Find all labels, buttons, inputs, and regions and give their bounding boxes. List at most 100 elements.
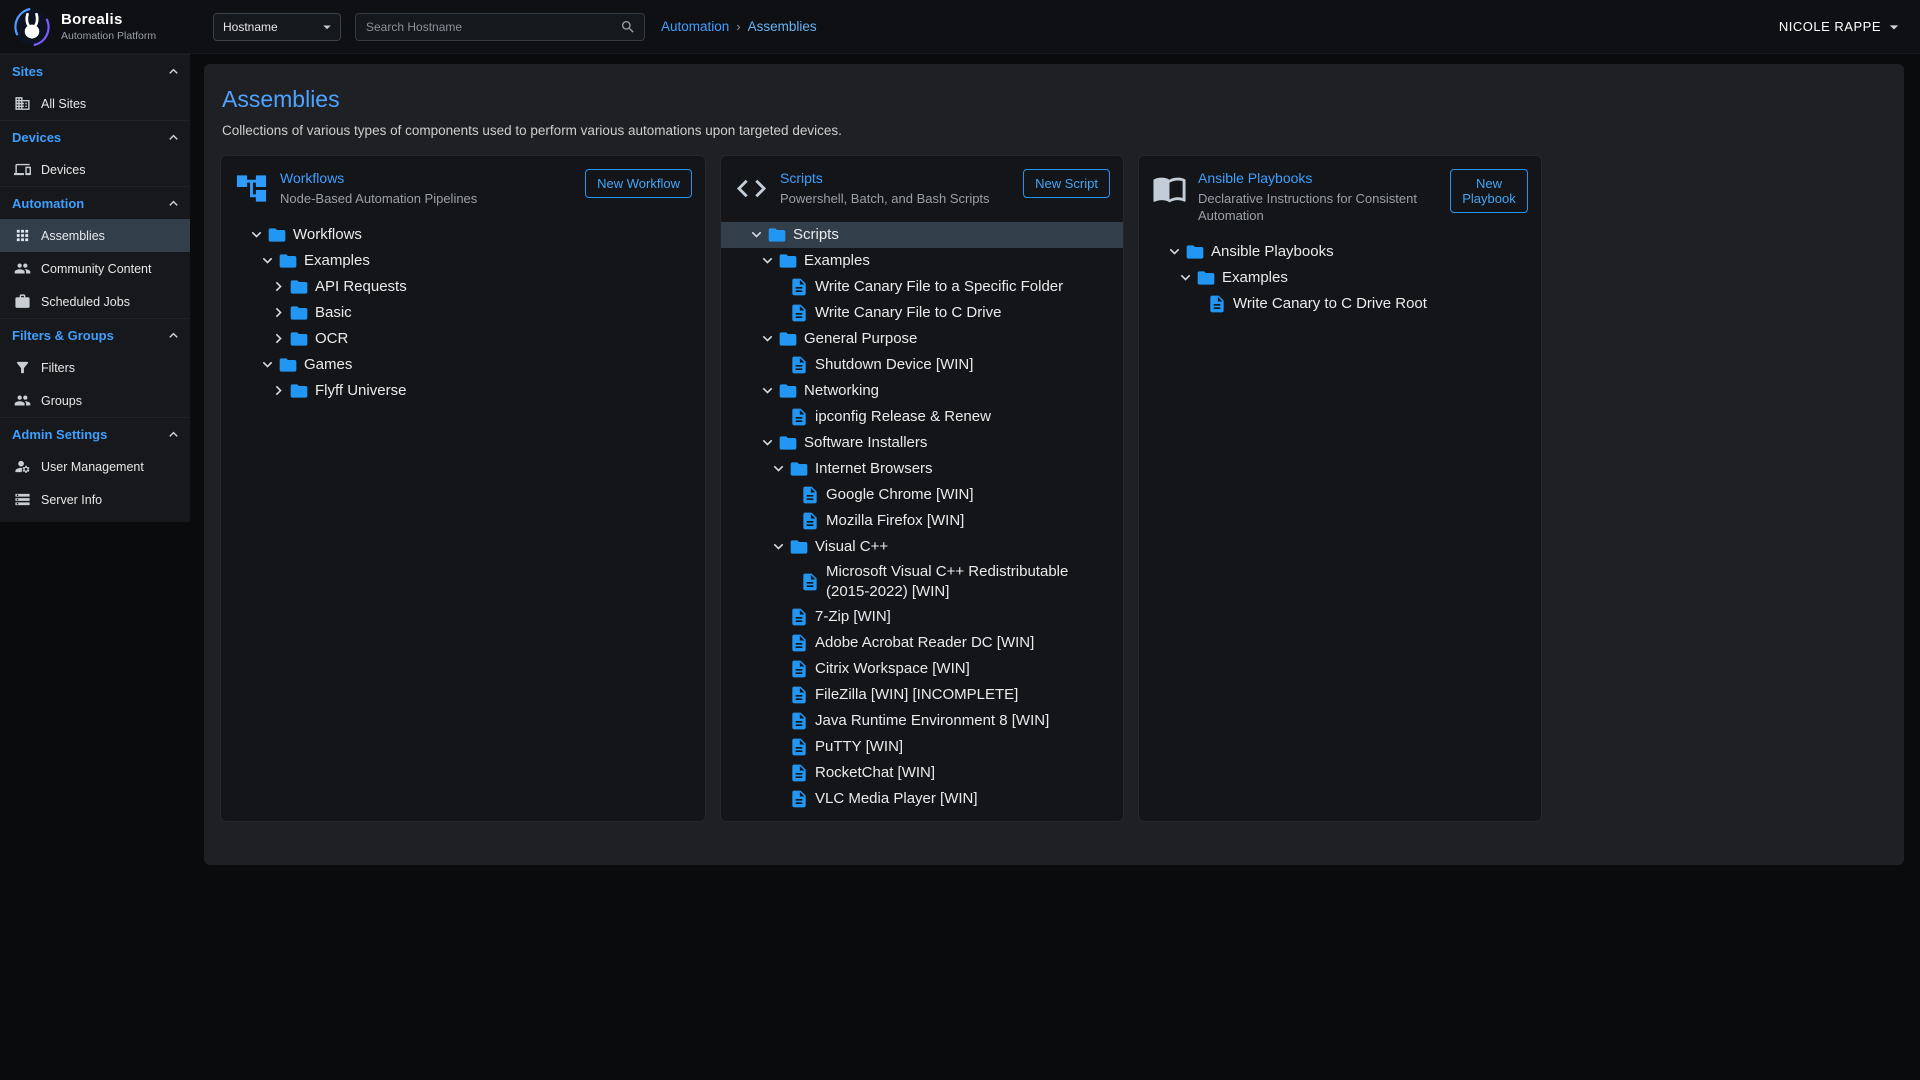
tree-item-mozilla-firefox-win[interactable]: Mozilla Firefox [WIN] [721,508,1123,534]
expand-more-icon[interactable] [758,329,778,348]
expand-more-icon[interactable] [758,251,778,270]
tree-item-java-runtime-environment-8-win[interactable]: Java Runtime Environment 8 [WIN] [721,708,1123,734]
sidebar-item-user-management[interactable]: User Management [0,450,190,483]
tree-item-workflows[interactable]: Workflows [221,222,705,248]
devices-icon [14,161,31,178]
chevron-right-icon[interactable] [269,303,289,322]
tree-item-write-canary-to-c-drive-root[interactable]: Write Canary to C Drive Root [1139,291,1541,317]
new-playbook-button[interactable]: New Playbook [1450,169,1528,213]
sidebar-item-all-sites[interactable]: All Sites [0,87,190,120]
user-menu[interactable]: NICOLE RAPPE [1779,17,1904,37]
tree-item-examples[interactable]: Examples [1139,265,1541,291]
tree-item-write-canary-file-to-c-drive[interactable]: Write Canary File to C Drive [721,300,1123,326]
sidebar-item-community-content[interactable]: Community Content [0,252,190,285]
tree-item-vlc-media-player-win[interactable]: VLC Media Player [WIN] [721,786,1123,812]
tree-item-citrix-workspace-win[interactable]: Citrix Workspace [WIN] [721,656,1123,682]
tree-item-adobe-acrobat-reader-dc-win[interactable]: Adobe Acrobat Reader DC [WIN] [721,630,1123,656]
page-description: Collections of various types of componen… [222,123,1888,138]
tree-item-games[interactable]: Games [221,352,705,378]
scheduled-jobs-icon [14,293,31,310]
tree-item-shutdown-device-win[interactable]: Shutdown Device [WIN] [721,352,1123,378]
sidebar-section-header-automation[interactable]: Automation [0,187,190,219]
tree-item-rocketchat-win[interactable]: RocketChat [WIN] [721,760,1123,786]
tree-item-internet-browsers[interactable]: Internet Browsers [721,456,1123,482]
search-input[interactable] [364,19,620,35]
sidebar-item-label: Assemblies [41,229,105,243]
tree-item-label: Flyff Universe [315,379,416,403]
breadcrumb-link-assemblies[interactable]: Assemblies [748,19,817,34]
chevron-right-icon[interactable] [269,329,289,348]
tree-item-ansible-playbooks[interactable]: Ansible Playbooks [1139,239,1541,265]
card-header: Ansible PlaybooksDeclarative Instruction… [1139,156,1541,231]
main-content: Assemblies Collections of various types … [190,54,1920,865]
sidebar-section-label: Automation [12,196,84,211]
expand-more-icon[interactable] [758,433,778,452]
tree-item-label: Mozilla Firefox [WIN] [826,509,974,533]
community-content-icon [14,260,31,277]
folder-icon [267,225,287,245]
expand-more-icon[interactable] [1165,242,1185,261]
new-workflow-button[interactable]: New Workflow [585,169,692,198]
playbook-icon [1152,171,1187,206]
expand-more-icon[interactable] [747,225,767,244]
sidebar-section-header-devices[interactable]: Devices [0,121,190,153]
tree-item-visual-c[interactable]: Visual C++ [721,534,1123,560]
tree-item-general-purpose[interactable]: General Purpose [721,326,1123,352]
tree-item-ipconfig-release-renew[interactable]: ipconfig Release & Renew [721,404,1123,430]
tree-item-write-canary-file-to-a-specific-folder[interactable]: Write Canary File to a Specific Folder [721,274,1123,300]
chevron-right-icon[interactable] [269,277,289,296]
tree-item-7-zip-win[interactable]: 7-Zip [WIN] [721,604,1123,630]
expand-more-icon[interactable] [1176,268,1196,287]
sidebar-section-header-admin-settings[interactable]: Admin Settings [0,418,190,450]
sidebar-item-filters[interactable]: Filters [0,351,190,384]
tree-item-software-installers[interactable]: Software Installers [721,430,1123,456]
sidebar-item-devices[interactable]: Devices [0,153,190,186]
tree-item-label: Games [304,353,362,377]
file-icon [800,485,820,505]
tree-item-google-chrome-win[interactable]: Google Chrome [WIN] [721,482,1123,508]
tree-item-api-requests[interactable]: API Requests [221,274,705,300]
tree-item-putty-win[interactable]: PuTTY [WIN] [721,734,1123,760]
breadcrumb-separator: › [736,19,740,34]
tree-item-examples[interactable]: Examples [721,248,1123,274]
expand-more-icon[interactable] [247,225,267,244]
sidebar-section-header-sites[interactable]: Sites [0,55,190,87]
card-subtitle: Node-Based Automation Pipelines [280,191,574,208]
sidebar-item-scheduled-jobs[interactable]: Scheduled Jobs [0,285,190,318]
tree-item-scripts[interactable]: Scripts [721,222,1123,248]
sidebar-item-label: Filters [41,361,75,375]
expand-more-icon[interactable] [758,381,778,400]
chevron-right-icon[interactable] [269,381,289,400]
tree-item-label: FileZilla [WIN] [INCOMPLETE] [815,683,1028,707]
tree-workflows: WorkflowsExamplesAPI RequestsBasicOCRGam… [221,222,705,404]
sidebar-item-groups[interactable]: Groups [0,384,190,417]
sidebar-section-header-filters-groups[interactable]: Filters & Groups [0,319,190,351]
tree-item-label: Workflows [293,223,372,247]
folder-icon [278,355,298,375]
sidebar-item-label: Community Content [41,262,151,276]
expand-more-icon[interactable] [258,355,278,374]
tree-item-filezilla-win-incomplete[interactable]: FileZilla [WIN] [INCOMPLETE] [721,682,1123,708]
hostname-select[interactable]: Hostname [213,13,341,41]
breadcrumb-link-automation[interactable]: Automation [661,19,729,34]
tree-item-label: Basic [315,301,362,325]
sidebar-item-assemblies[interactable]: Assemblies [0,219,190,252]
tree-item-networking[interactable]: Networking [721,378,1123,404]
borealis-logo-icon [12,7,52,47]
expand-more-icon[interactable] [769,459,789,478]
tree-item-flyff-universe[interactable]: Flyff Universe [221,378,705,404]
folder-icon [778,433,798,453]
sidebar-item-server-info[interactable]: Server Info [0,483,190,516]
tree-ansible-playbooks: Ansible PlaybooksExamplesWrite Canary to… [1139,239,1541,317]
tree-item-examples[interactable]: Examples [221,248,705,274]
tree-item-microsoft-visual-c-redistributable-2015-2022-win[interactable]: Microsoft Visual C++ Redistributable (20… [721,560,1123,605]
card-workflows: Workflows Node-Based Automation Pipelines… [220,155,706,822]
new-script-button[interactable]: New Script [1023,169,1110,198]
tree-item-basic[interactable]: Basic [221,300,705,326]
tree-item-ocr[interactable]: OCR [221,326,705,352]
sidebar-item-label: Scheduled Jobs [41,295,130,309]
tree-item-label: Examples [304,249,380,273]
expand-more-icon[interactable] [258,251,278,270]
expand-more-icon[interactable] [769,537,789,556]
topbar: Borealis Automation Platform Hostname Au… [0,0,1920,54]
